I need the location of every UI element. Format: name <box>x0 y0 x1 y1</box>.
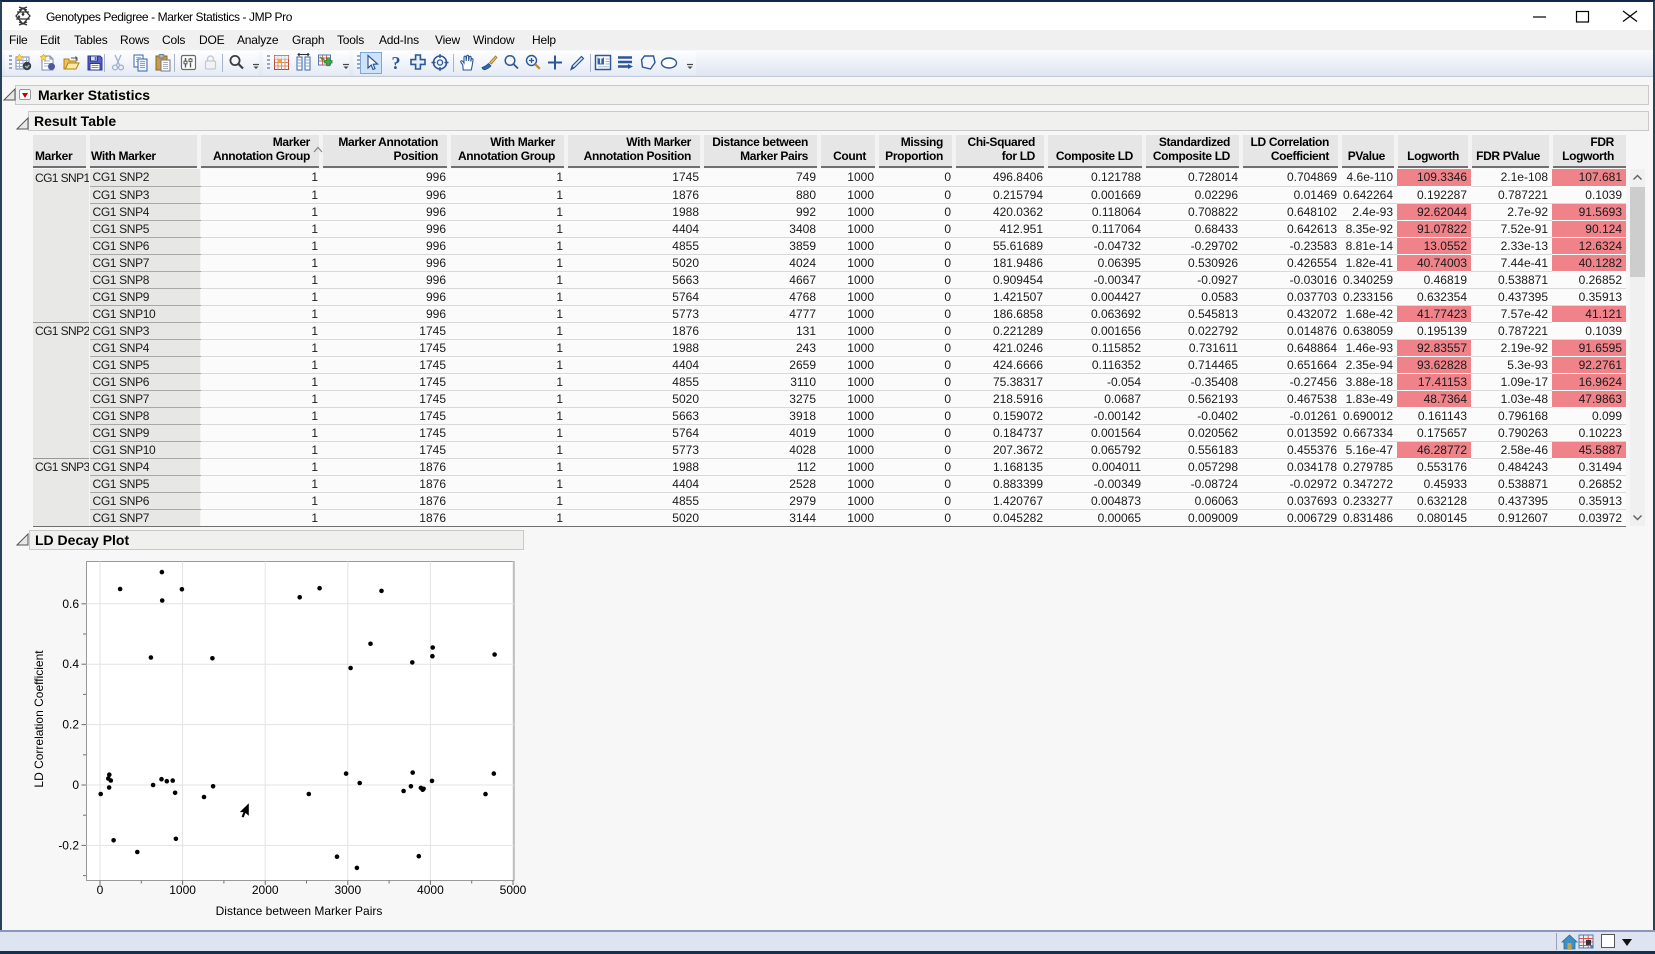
svg-text:-0.2: -0.2 <box>58 838 79 852</box>
svg-text:3000: 3000 <box>334 883 361 897</box>
svg-text:1000: 1000 <box>169 883 196 897</box>
svg-text:2000: 2000 <box>252 883 279 897</box>
svg-text:0: 0 <box>97 883 104 897</box>
svg-text:0.4: 0.4 <box>62 657 79 671</box>
svg-text:4000: 4000 <box>417 883 444 897</box>
svg-text:LD Correlation Coefficient: LD Correlation Coefficient <box>32 650 46 788</box>
svg-text:0.6: 0.6 <box>62 597 79 611</box>
svg-text:0: 0 <box>72 778 79 792</box>
svg-text:0.2: 0.2 <box>62 718 79 732</box>
svg-text:5000: 5000 <box>500 883 527 897</box>
svg-text:Distance between Marker Pairs: Distance between Marker Pairs <box>216 904 383 918</box>
